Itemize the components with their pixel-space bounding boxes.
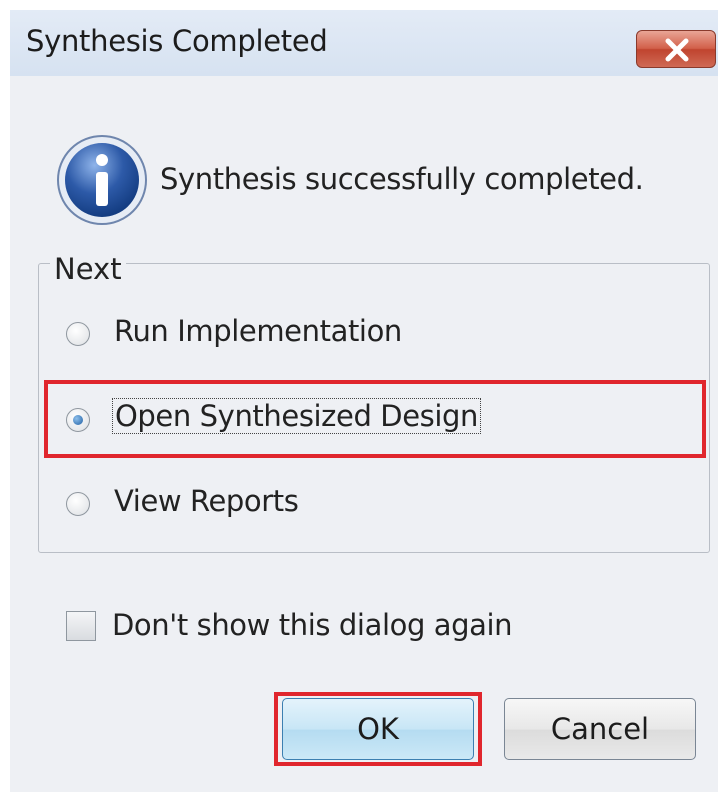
- window-title: Synthesis Completed: [26, 24, 328, 58]
- info-icon: [57, 135, 147, 225]
- status-message: Synthesis successfully completed.: [160, 162, 644, 196]
- highlight-box-ok: [274, 692, 482, 766]
- title-bar[interactable]: Synthesis Completed: [10, 10, 718, 76]
- synthesis-completed-dialog: Synthesis Completed Synthesis successful…: [10, 10, 718, 792]
- radio-button[interactable]: [66, 322, 90, 346]
- radio-label[interactable]: View Reports: [114, 484, 299, 518]
- next-group-label: Next: [50, 252, 126, 286]
- close-button[interactable]: [636, 30, 716, 68]
- dont-show-again-label[interactable]: Don't show this dialog again: [112, 608, 513, 642]
- cancel-button[interactable]: Cancel: [504, 698, 696, 760]
- dont-show-again-checkbox[interactable]: [66, 611, 96, 641]
- close-icon: [665, 38, 689, 62]
- radio-button[interactable]: [66, 492, 90, 516]
- highlight-box-option: [44, 380, 706, 458]
- radio-label[interactable]: Run Implementation: [114, 314, 402, 348]
